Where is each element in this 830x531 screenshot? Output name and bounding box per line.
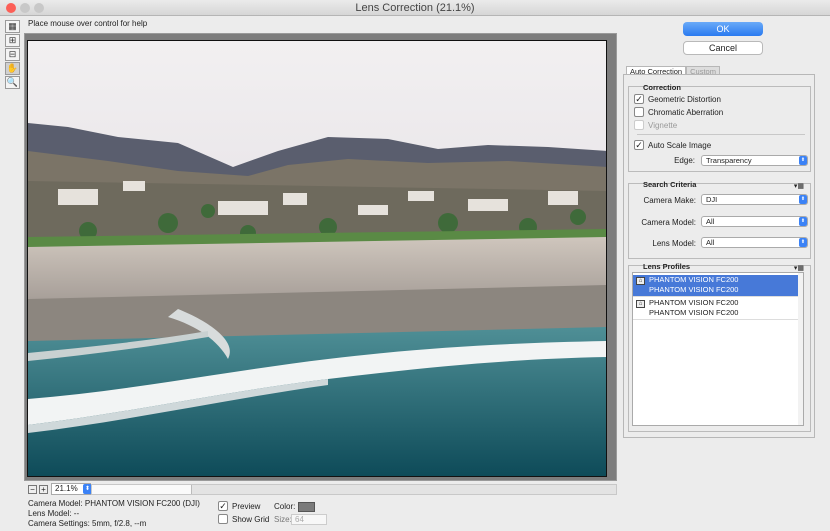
- preview-checkbox-row[interactable]: ✓ Preview: [218, 501, 260, 511]
- scrollbar-thumb[interactable]: [92, 485, 192, 494]
- straighten-icon: ⊞: [8, 35, 17, 45]
- lens-model-select[interactable]: All ⬍: [701, 237, 808, 248]
- plus-icon: +: [41, 485, 46, 494]
- profile-line1: PHANTOM VISION FC200: [649, 298, 739, 307]
- chromatic-aberration-label: Chromatic Aberration: [648, 107, 724, 117]
- camera-make-select[interactable]: DJI ⬍: [701, 194, 808, 205]
- profiles-scrollbar[interactable]: [798, 273, 803, 425]
- camera-profile-icon: ⌂: [636, 277, 645, 285]
- camera-info: Camera Model: PHANTOM VISION FC200 (DJI)…: [28, 499, 200, 529]
- hand-tool[interactable]: ✋: [5, 62, 20, 75]
- edge-label: Edge:: [674, 156, 695, 165]
- geometric-distortion-label: Geometric Distortion: [648, 94, 721, 104]
- chromatic-aberration-checkbox[interactable]: [634, 107, 644, 117]
- close-window-button[interactable]: [6, 3, 16, 13]
- ok-button[interactable]: OK: [683, 22, 763, 36]
- divider: [637, 134, 805, 135]
- chevron-updown-icon: ⬍: [799, 217, 807, 226]
- edge-select-value: Transparency: [706, 156, 752, 165]
- panel-menu-icon[interactable]: ▾▦: [794, 264, 804, 272]
- preview-label: Preview: [232, 501, 261, 511]
- lens-model-info: Lens Model: --: [28, 509, 80, 518]
- profile-line2: PHANTOM VISION FC200: [649, 285, 739, 294]
- chromatic-aberration-row[interactable]: Chromatic Aberration: [634, 107, 723, 117]
- window-titlebar: Lens Correction (21.1%): [0, 0, 830, 16]
- zoom-in-button[interactable]: +: [39, 485, 48, 494]
- zoom-tool[interactable]: 🔍: [5, 76, 20, 89]
- minimize-window-button[interactable]: [20, 3, 30, 13]
- horizontal-scrollbar[interactable]: [91, 484, 617, 495]
- zoom-bar: − + 21.1% ⬍: [24, 483, 617, 495]
- chevron-updown-icon: ⬍: [799, 238, 807, 247]
- straighten-tool[interactable]: ⊞: [5, 34, 20, 47]
- auto-scale-label: Auto Scale Image: [648, 140, 712, 150]
- auto-scale-row[interactable]: ✓ Auto Scale Image: [634, 140, 711, 150]
- grid-color-swatch[interactable]: [298, 502, 315, 512]
- zoom-icon: 🔍: [6, 77, 19, 87]
- preview-image[interactable]: [27, 40, 607, 477]
- chevron-updown-icon: ⬍: [799, 195, 807, 204]
- list-item[interactable]: ⌂ PHANTOM VISION FC200 PHANTOM VISION FC…: [633, 275, 803, 297]
- profile-line1: PHANTOM VISION FC200: [649, 275, 739, 284]
- camera-model-select[interactable]: All ⬍: [701, 216, 808, 227]
- chevron-updown-icon: ⬍: [799, 156, 807, 165]
- vignette-label: Vignette: [648, 120, 678, 130]
- camera-model-info: Camera Model: PHANTOM VISION FC200 (DJI): [28, 499, 200, 508]
- vignette-checkbox: [634, 120, 644, 130]
- camera-profile-icon: ⌂: [636, 300, 645, 308]
- move-grid-tool[interactable]: ⊟: [5, 48, 20, 61]
- lens-profiles-title: Lens Profiles: [643, 262, 691, 271]
- cancel-button[interactable]: Cancel: [683, 41, 763, 55]
- remove-distortion-tool[interactable]: ▦: [5, 20, 20, 33]
- edge-select[interactable]: Transparency ⬍: [701, 155, 808, 166]
- camera-make-label: Camera Make:: [643, 196, 696, 205]
- panel-menu-icon[interactable]: ▾▦: [794, 182, 804, 190]
- auto-scale-checkbox[interactable]: ✓: [634, 140, 644, 150]
- lens-model-label: Lens Model:: [652, 239, 696, 248]
- chevron-updown-icon: ⬍: [84, 486, 91, 492]
- color-label: Color:: [274, 502, 296, 511]
- remove-distortion-icon: ▦: [8, 21, 17, 31]
- help-text: Place mouse over control for help: [28, 19, 148, 28]
- camera-settings-info: Camera Settings: 5mm, f/2.8, --m: [28, 519, 147, 528]
- show-grid-label: Show Grid: [232, 514, 270, 524]
- move-grid-icon: ⊟: [8, 49, 17, 59]
- zoom-out-button[interactable]: −: [28, 485, 37, 494]
- tool-strip: ▦ ⊞ ⊟ ✋ 🔍: [5, 20, 21, 90]
- search-criteria-title: Search Criteria: [643, 180, 697, 189]
- list-item[interactable]: ⌂ PHANTOM VISION FC200 PHANTOM VISION FC…: [633, 298, 803, 320]
- profile-line2: PHANTOM VISION FC200: [649, 308, 739, 317]
- grid-size-field[interactable]: 64: [291, 514, 327, 525]
- zoom-window-button[interactable]: [34, 3, 44, 13]
- correction-title: Correction: [643, 83, 681, 92]
- preview-checkbox[interactable]: ✓: [218, 501, 228, 511]
- camera-make-value: DJI: [706, 195, 718, 204]
- geometric-distortion-row[interactable]: ✓ Geometric Distortion: [634, 94, 721, 104]
- window-title: Lens Correction (21.1%): [355, 2, 475, 14]
- lens-profiles-list[interactable]: ⌂ PHANTOM VISION FC200 PHANTOM VISION FC…: [632, 272, 804, 426]
- lens-model-value: All: [706, 238, 715, 247]
- camera-model-value: All: [706, 217, 715, 226]
- geometric-distortion-checkbox[interactable]: ✓: [634, 94, 644, 104]
- vignette-row: Vignette: [634, 120, 677, 130]
- minus-icon: −: [30, 485, 35, 494]
- beach-photo: [28, 41, 606, 476]
- hand-icon: ✋: [6, 63, 19, 73]
- preview-canvas[interactable]: [24, 33, 617, 481]
- camera-model-label: Camera Model:: [641, 218, 696, 227]
- show-grid-checkbox[interactable]: [218, 514, 228, 524]
- size-label: Size:: [274, 515, 292, 524]
- show-grid-checkbox-row[interactable]: Show Grid: [218, 514, 269, 524]
